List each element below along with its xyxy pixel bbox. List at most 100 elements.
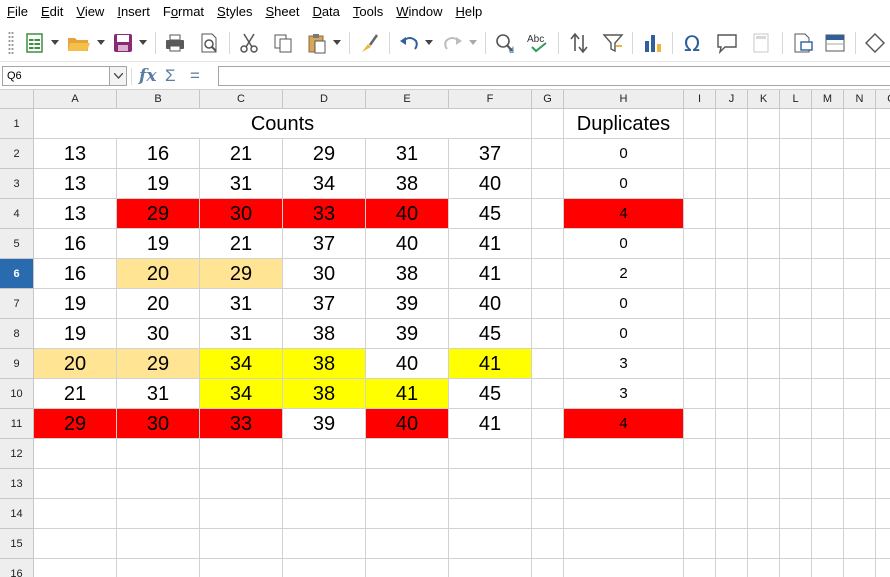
cell-e9[interactable]: 40 [366,349,449,379]
row-header-12[interactable]: 12 [0,439,34,469]
menu-styles[interactable]: Styles [210,1,258,23]
cell-f2[interactable]: 37 [449,139,532,169]
autofilter-icon[interactable] [600,29,626,57]
paste-dropdown-icon[interactable] [332,29,342,57]
redo-dropdown-icon[interactable] [468,29,478,57]
cell-n15[interactable] [844,529,876,559]
cell-o5[interactable] [876,229,890,259]
column-header-e[interactable]: E [366,90,449,109]
cell-j7[interactable] [716,289,748,319]
sort-icon[interactable] [566,29,592,57]
cell-a15[interactable] [34,529,117,559]
cell-f14[interactable] [449,499,532,529]
cell-k7[interactable] [748,289,780,319]
cell-g13[interactable] [532,469,564,499]
copy-icon[interactable] [270,29,296,57]
cell-g14[interactable] [532,499,564,529]
toolbar-grip[interactable] [8,31,14,55]
cell-b9[interactable]: 29 [117,349,200,379]
cell-f6[interactable]: 41 [449,259,532,289]
cell-d10[interactable]: 38 [283,379,366,409]
cut-icon[interactable] [236,29,262,57]
cell-o14[interactable] [876,499,890,529]
column-header-m[interactable]: M [812,90,844,109]
cell-f16[interactable] [449,559,532,577]
cell-d7[interactable]: 37 [283,289,366,319]
cell-f11[interactable]: 41 [449,409,532,439]
column-header-c[interactable]: C [200,90,283,109]
menu-tools[interactable]: Tools [346,1,389,23]
sum-icon[interactable]: Σ [165,66,176,86]
row-header-7[interactable]: 7 [0,289,34,319]
cell-h7[interactable]: 0 [564,289,684,319]
cell-j1[interactable] [716,109,748,139]
cell-i6[interactable] [684,259,716,289]
cell-h4[interactable]: 4 [564,199,684,229]
menu-help[interactable]: Help [449,1,489,23]
select-all-corner[interactable] [0,90,34,109]
cell-i2[interactable] [684,139,716,169]
cell-j11[interactable] [716,409,748,439]
cell-e15[interactable] [366,529,449,559]
cell-m16[interactable] [812,559,844,577]
save-icon[interactable] [110,29,136,57]
draw-shapes-icon[interactable] [862,29,888,57]
cell-b15[interactable] [117,529,200,559]
cell-i4[interactable] [684,199,716,229]
cell-g6[interactable] [532,259,564,289]
print-preview-icon[interactable] [196,29,222,57]
open-dropdown-icon[interactable] [96,29,106,57]
cell-c12[interactable] [200,439,283,469]
cell-e8[interactable]: 39 [366,319,449,349]
column-header-f[interactable]: F [449,90,532,109]
column-header-o[interactable]: O [876,90,890,109]
cell-c3[interactable]: 31 [200,169,283,199]
cell-m3[interactable] [812,169,844,199]
cell-k8[interactable] [748,319,780,349]
column-header-i[interactable]: I [684,90,716,109]
cell-l8[interactable] [780,319,812,349]
duplicates-header-cell[interactable]: Duplicates [564,109,684,139]
cell-b10[interactable]: 31 [117,379,200,409]
cell-m15[interactable] [812,529,844,559]
cell-l4[interactable] [780,199,812,229]
cell-l16[interactable] [780,559,812,577]
cell-k11[interactable] [748,409,780,439]
cell-f7[interactable]: 40 [449,289,532,319]
cell-o16[interactable] [876,559,890,577]
cell-f4[interactable]: 45 [449,199,532,229]
cell-a8[interactable]: 19 [34,319,117,349]
cell-i16[interactable] [684,559,716,577]
cell-o6[interactable] [876,259,890,289]
undo-icon[interactable] [396,29,422,57]
cell-l13[interactable] [780,469,812,499]
cell-h5[interactable]: 0 [564,229,684,259]
cell-o12[interactable] [876,439,890,469]
cell-o3[interactable] [876,169,890,199]
column-header-h[interactable]: H [564,90,684,109]
cell-n16[interactable] [844,559,876,577]
cell-b4[interactable]: 29 [117,199,200,229]
cell-o9[interactable] [876,349,890,379]
cell-c5[interactable]: 21 [200,229,283,259]
cell-k9[interactable] [748,349,780,379]
menu-window[interactable]: Window [389,1,448,23]
cell-d8[interactable]: 38 [283,319,366,349]
cell-b8[interactable]: 30 [117,319,200,349]
cell-j10[interactable] [716,379,748,409]
cell-i15[interactable] [684,529,716,559]
cell-k4[interactable] [748,199,780,229]
cell-b6[interactable]: 20 [117,259,200,289]
cell-k10[interactable] [748,379,780,409]
cell-e13[interactable] [366,469,449,499]
cell-o11[interactable] [876,409,890,439]
cell-k1[interactable] [748,109,780,139]
row-header-15[interactable]: 15 [0,529,34,559]
cell-m5[interactable] [812,229,844,259]
cell-n3[interactable] [844,169,876,199]
cell-m4[interactable] [812,199,844,229]
cell-e7[interactable]: 39 [366,289,449,319]
cell-n5[interactable] [844,229,876,259]
cell-k14[interactable] [748,499,780,529]
cell-m6[interactable] [812,259,844,289]
